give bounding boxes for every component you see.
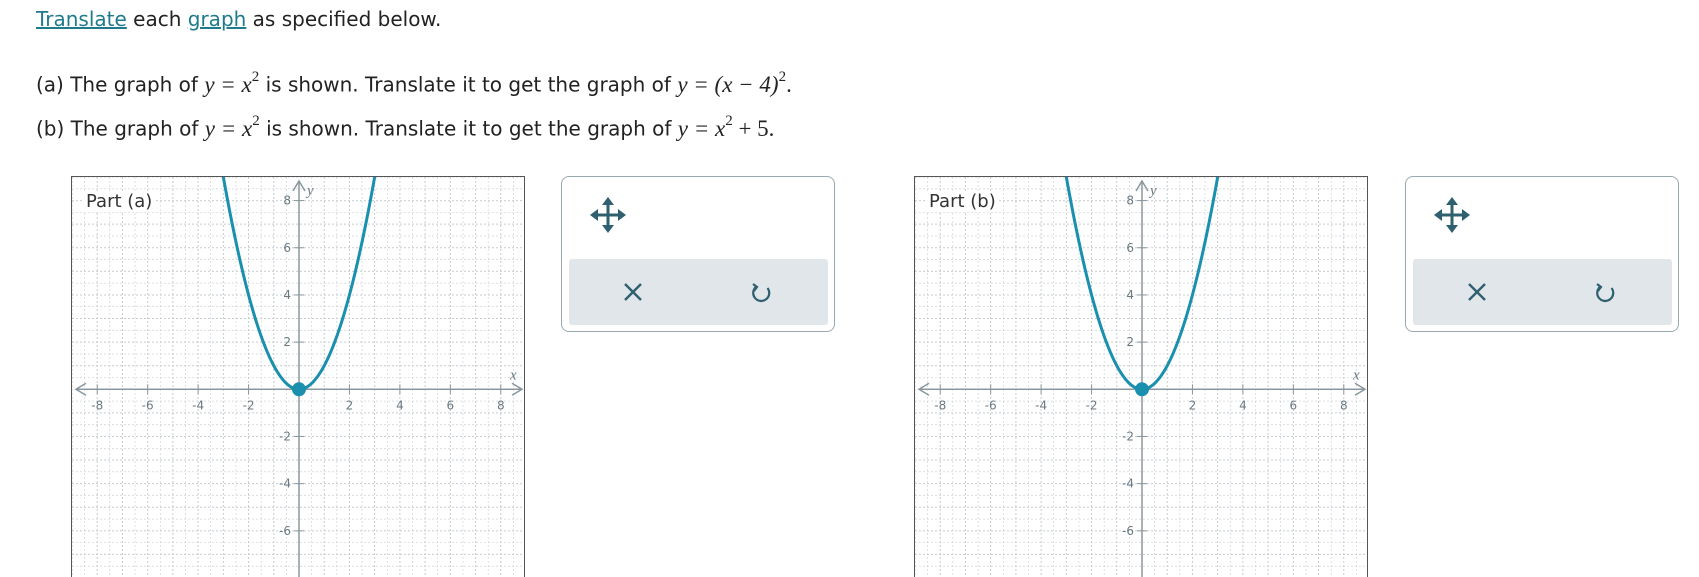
x-tick-label: 8 xyxy=(497,398,505,412)
move-tool-button-b[interactable] xyxy=(1432,195,1472,235)
y-tick-label: 6 xyxy=(1126,241,1134,255)
x-icon xyxy=(1468,283,1486,301)
x-tick-label: 2 xyxy=(346,398,354,412)
part-a-target-inner: (x − 4) xyxy=(714,71,779,97)
x-tick-label: 8 xyxy=(1340,398,1348,412)
clear-button-a[interactable] xyxy=(613,272,653,312)
toolbox-part-b xyxy=(1405,176,1679,332)
part-a-given-exponent: 2 xyxy=(251,69,260,85)
x-tick-label: -6 xyxy=(985,398,997,412)
y-tick-label: 4 xyxy=(1126,288,1134,302)
x-axis-label: x xyxy=(509,367,517,383)
part-a-prefix: (a) The graph of xyxy=(36,72,198,97)
move-arrows-icon xyxy=(590,197,626,233)
graph-part-b-label: Part (b) xyxy=(927,191,998,212)
part-a-target-lhs: y = xyxy=(677,71,709,97)
action-bar-a xyxy=(569,259,828,325)
part-b-target-suffix: + 5. xyxy=(738,115,775,141)
part-b-given-lhs: y = x xyxy=(204,115,253,141)
part-b-target-lhs: y = x xyxy=(677,115,726,141)
move-arrows-icon xyxy=(1434,197,1470,233)
y-tick-label: -4 xyxy=(279,477,291,491)
y-tick-label: 2 xyxy=(283,335,291,349)
part-a-statement: (a) The graph of y = x2 is shown. Transl… xyxy=(36,64,792,100)
x-tick-label: -4 xyxy=(1035,398,1047,412)
part-a-given-equation: y = x2 xyxy=(204,69,260,97)
clear-button-b[interactable] xyxy=(1457,272,1497,312)
graph-part-a[interactable]: x y -8 -6 -4 -2 2 4 6 8 8 6 4 2 -2 -4 -6 Part (a) xyxy=(71,176,525,577)
part-a-middle: is shown. Translate it to get the graph … xyxy=(265,72,671,97)
graph-part-b-canvas[interactable]: x y -8 -6 -4 -2 2 4 6 8 8 6 4 2 -2 -4 -6 xyxy=(915,177,1368,577)
move-tool-button-a[interactable] xyxy=(588,195,628,235)
part-b-middle: is shown. Translate it to get the graph … xyxy=(266,116,672,141)
y-axis-label: y xyxy=(1148,183,1157,199)
y-tick-label: -2 xyxy=(1122,429,1134,443)
instructions-rest: as specified below. xyxy=(252,7,442,31)
instructions: Translate each graph as specified below. xyxy=(36,6,441,32)
undo-icon xyxy=(752,283,771,303)
part-a-given-lhs: y = x xyxy=(204,71,252,97)
graph-part-a-canvas[interactable]: x y -8 -6 -4 -2 2 4 6 8 8 6 4 2 -2 -4 -6 xyxy=(72,177,525,577)
graph-part-b[interactable]: x y -8 -6 -4 -2 2 4 6 8 8 6 4 2 -2 -4 -6 Part (b) xyxy=(914,176,1368,577)
part-a-target-exponent: 2 xyxy=(778,69,787,85)
y-axis-label: y xyxy=(305,183,314,199)
part-a-target-equation: y = (x − 4)2. xyxy=(677,69,792,97)
y-tick-label: -6 xyxy=(1122,524,1134,538)
part-a-target-suffix: . xyxy=(786,71,792,97)
x-tick-label: -8 xyxy=(934,398,946,412)
graph-link[interactable]: graph xyxy=(188,7,247,31)
x-tick-label: 4 xyxy=(1239,398,1247,412)
x-tick-label: -4 xyxy=(192,398,204,412)
part-b-statement: (b) The graph of y = x2 is shown. Transl… xyxy=(36,108,774,144)
vertex-point[interactable] xyxy=(292,382,306,397)
y-tick-label: 6 xyxy=(283,241,291,255)
x-icon xyxy=(624,283,642,301)
x-tick-label: 4 xyxy=(396,398,404,412)
part-b-target-equation: y = x2 + 5. xyxy=(677,113,775,141)
x-tick-label: -2 xyxy=(243,398,255,412)
x-tick-label: 6 xyxy=(1290,398,1298,412)
undo-button-b[interactable] xyxy=(1585,272,1625,312)
y-tick-label: 8 xyxy=(1126,194,1134,208)
x-tick-label: -2 xyxy=(1086,398,1098,412)
y-tick-label: -2 xyxy=(279,429,291,443)
x-axis-label: x xyxy=(1352,367,1360,383)
page: Translate each graph as specified below.… xyxy=(0,0,1699,577)
x-tick-label: 6 xyxy=(447,398,455,412)
y-tick-label: -6 xyxy=(279,524,291,538)
y-tick-label: -4 xyxy=(1122,477,1134,491)
toolbox-part-a xyxy=(561,176,835,332)
action-bar-b xyxy=(1413,259,1672,325)
x-tick-label: -6 xyxy=(142,398,154,412)
part-b-prefix: (b) The graph of xyxy=(36,116,199,141)
x-tick-label: 2 xyxy=(1189,398,1197,412)
x-tick-label: -8 xyxy=(91,398,103,412)
undo-icon xyxy=(1596,283,1615,303)
instructions-word-each: each xyxy=(133,7,182,31)
part-b-given-exponent: 2 xyxy=(252,113,260,129)
part-b-given-equation: y = x2 xyxy=(204,113,260,141)
vertex-point[interactable] xyxy=(1135,382,1149,397)
y-tick-label: 8 xyxy=(283,194,291,208)
undo-button-a[interactable] xyxy=(741,272,781,312)
y-tick-label: 4 xyxy=(283,288,291,302)
y-tick-label: 2 xyxy=(1126,335,1134,349)
graph-part-a-label: Part (a) xyxy=(84,191,155,212)
translate-link[interactable]: Translate xyxy=(36,7,127,31)
part-b-target-exponent: 2 xyxy=(725,113,733,129)
